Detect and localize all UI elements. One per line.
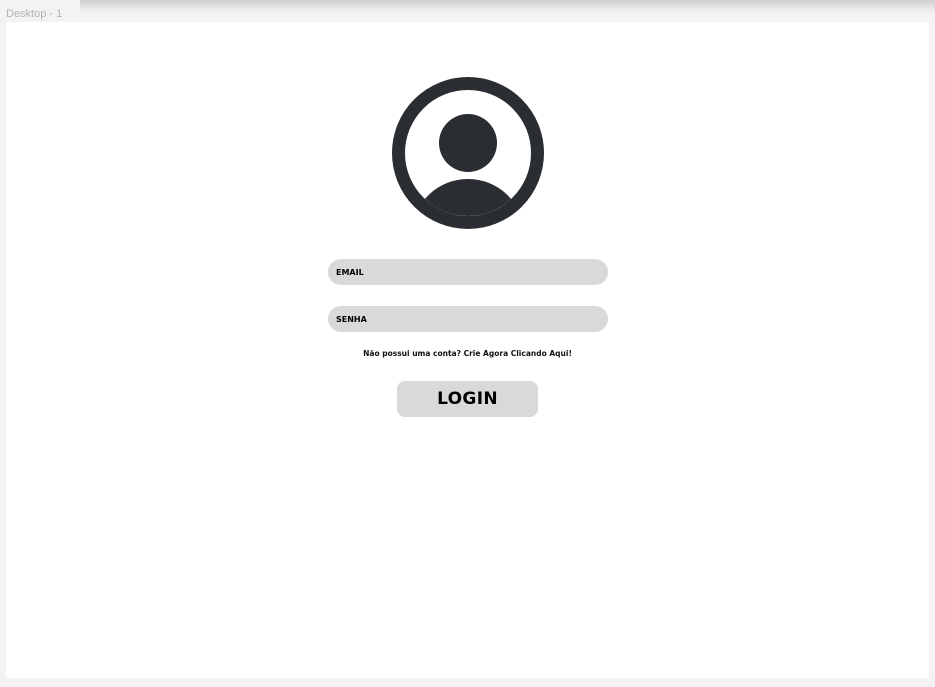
- desktop-frame: Não possui uma conta? Crie Agora Clicand…: [6, 22, 929, 678]
- password-field[interactable]: [328, 306, 608, 332]
- user-circle-icon: [392, 77, 544, 229]
- frame-label[interactable]: Desktop - 1: [6, 8, 62, 20]
- canvas-top-shadow: [80, 0, 935, 14]
- login-button[interactable]: LOGIN: [397, 381, 538, 417]
- create-account-link[interactable]: Não possui uma conta? Crie Agora Clicand…: [286, 349, 649, 358]
- email-field[interactable]: [328, 259, 608, 285]
